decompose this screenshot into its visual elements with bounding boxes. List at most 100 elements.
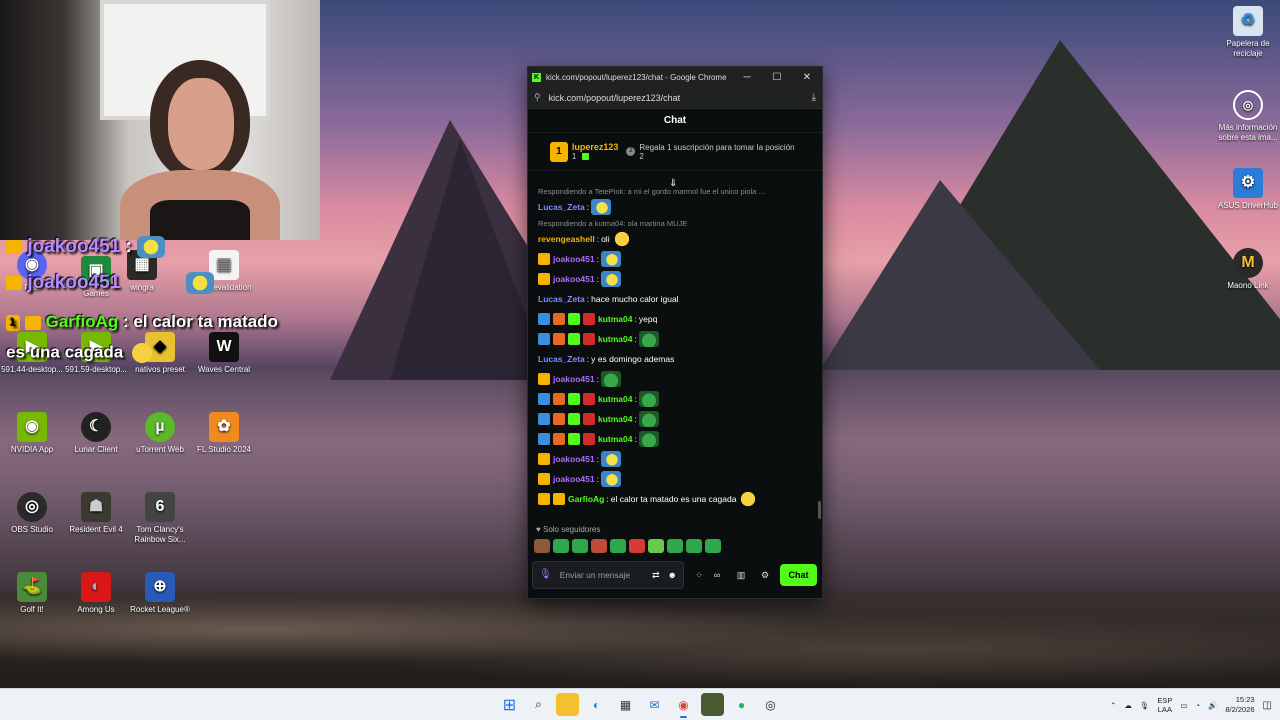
chat-username[interactable]: kutma04 <box>598 394 633 404</box>
microphone-icon[interactable]: 🎙 <box>539 570 552 580</box>
chat-input[interactable]: 🎙 Enviar un mensaje ⇄ ☻ <box>532 561 684 589</box>
minimize-button[interactable]: ─ <box>732 72 762 83</box>
reply-context[interactable]: Respondiendo a kutma04: ola martina MUJE <box>538 217 812 229</box>
spotify-icon[interactable]: ● <box>730 693 753 716</box>
chat-username[interactable]: joakoo451 <box>553 474 595 484</box>
chat-username[interactable]: joakoo451 <box>553 274 595 284</box>
emote-button[interactable] <box>610 539 626 553</box>
window-titlebar[interactable]: K kick.com/popout/luperez123/chat - Goog… <box>528 67 822 87</box>
search-icon[interactable]: ⌕ <box>527 693 550 716</box>
chat-message[interactable]: kutma04: yepq <box>538 309 812 329</box>
obs-icon[interactable]: ◎ <box>759 693 782 716</box>
address-bar[interactable]: ⚲ kick.com/popout/luperez123/chat ⤓ <box>528 87 822 109</box>
chat-message[interactable]: GarfioAg: el calor ta matado es una cagad… <box>538 489 812 509</box>
download-icon[interactable]: ⤓ <box>812 92 816 103</box>
emote-button[interactable] <box>572 539 588 553</box>
reply-context[interactable]: Respondiendo a TetePink: a mi el gordo m… <box>538 185 812 197</box>
chat-username[interactable]: Lucas_Zeta <box>538 354 585 364</box>
re4-icon: ☗ <box>81 492 111 522</box>
close-button[interactable]: ✕ <box>792 72 822 83</box>
chat-username[interactable]: revengeashell <box>538 234 595 244</box>
users-icon[interactable]: ⁘ <box>690 570 708 581</box>
chat-username[interactable]: joakoo451 <box>553 374 595 384</box>
chat-message[interactable]: Lucas_Zeta: hace mucho calor igual <box>538 289 812 309</box>
notifications-icon[interactable]: ◫ <box>1263 700 1272 711</box>
chat-message[interactable]: Lucas_Zeta: y es domingo ademas <box>538 349 812 369</box>
gear-icon[interactable]: ⚙ <box>756 570 774 581</box>
desktop-icon-re4[interactable]: ☗ Resident Evil 4 <box>64 492 128 535</box>
chat-username[interactable]: kutma04 <box>598 414 633 424</box>
emote-icon <box>127 342 156 364</box>
chat-message[interactable]: kutma04: <box>538 429 812 449</box>
chat-message[interactable]: joakoo451: <box>538 469 812 489</box>
desktop-icon-recycle-bin[interactable]: ♻ Papelera de reciclaje <box>1216 6 1280 59</box>
chat-separator: : <box>634 394 637 404</box>
outlook-icon[interactable]: ✉ <box>643 693 666 716</box>
desktop-icon-obs[interactable]: ◎ OBS Studio <box>0 492 64 535</box>
chevron-up-icon[interactable]: ⌃ <box>1110 701 1116 710</box>
chat-username[interactable]: GarfioAg <box>568 494 604 504</box>
chat-message[interactable]: joakoo451: <box>538 249 812 269</box>
site-settings-icon[interactable]: ⚲ <box>534 92 541 103</box>
desktop-icon-lunar[interactable]: ☾ Lunar Client <box>64 412 128 455</box>
send-chat-button[interactable]: Chat <box>780 564 817 586</box>
microphone-icon[interactable]: 🎙 <box>1140 701 1150 710</box>
chat-message[interactable]: Lucas_Zeta: <box>538 197 812 217</box>
emote-button[interactable] <box>705 539 721 553</box>
desktop-icon-r6[interactable]: 6 Tom Clancy's Rainbow Six... <box>128 492 192 545</box>
emote-button[interactable] <box>534 539 550 553</box>
clock[interactable]: 15:23 8/2/2026 <box>1225 695 1254 715</box>
store-icon[interactable]: ▥ <box>732 570 750 581</box>
volume-icon[interactable]: 🔊 <box>1208 701 1217 710</box>
chat-message[interactable]: kutma04: <box>538 389 812 409</box>
store-icon[interactable]: ▦ <box>614 693 637 716</box>
edge-icon[interactable]: ◐ <box>585 693 608 716</box>
emote-button[interactable] <box>629 539 645 553</box>
chat-scrollbar[interactable] <box>818 501 821 519</box>
network-icon[interactable]: ☁ <box>1124 701 1132 710</box>
emote-button[interactable] <box>591 539 607 553</box>
desktop-icon-utorrent[interactable]: µ uTorrent Web <box>128 412 192 455</box>
desktop-icon-waves[interactable]: W Waves Central <box>192 332 256 375</box>
maximize-button[interactable]: ☐ <box>762 72 792 83</box>
blue-badge-icon <box>538 333 550 345</box>
file-explorer-icon[interactable] <box>556 693 579 716</box>
emote-button[interactable] <box>553 539 569 553</box>
desktop-icon-golf[interactable]: ⛳ Golf It! <box>0 572 64 615</box>
desktop-icon-rocket[interactable]: ⊕ Rocket League® <box>128 572 192 615</box>
chat-username[interactable]: joakoo451 <box>553 254 595 264</box>
chat-username[interactable]: kutma04 <box>598 434 633 444</box>
chat-message[interactable]: kutma04: <box>538 409 812 429</box>
desktop-icon-asus[interactable]: ⚙ ASUS DriverHub <box>1216 168 1280 211</box>
url-text[interactable]: kick.com/popout/luperez123/chat <box>549 93 812 103</box>
desktop-icon-maono[interactable]: M Maono Link <box>1216 248 1280 291</box>
display-icon[interactable]: ▭ <box>1180 701 1187 710</box>
wifi-icon[interactable]: ◔ <box>1195 701 1200 710</box>
chat-message[interactable]: joakoo451: <box>538 269 812 289</box>
gift-prompt[interactable]: 2 Regala 1 suscripción para tomar la pos… <box>626 143 800 161</box>
chrome-icon[interactable]: ◉ <box>672 693 695 718</box>
chat-message[interactable]: kutma04: <box>538 329 812 349</box>
emote-button[interactable] <box>648 539 664 553</box>
desktop-icon-amongus[interactable]: ◐ Among Us <box>64 572 128 615</box>
chat-username[interactable]: joakoo451 <box>553 454 595 464</box>
language-indicator[interactable]: ESP LAA <box>1157 696 1172 714</box>
chat-username[interactable]: kutma04 <box>598 334 633 344</box>
start-icon[interactable]: ⊞ <box>498 693 521 716</box>
desktop-icon-more-info[interactable]: ◎ Más información sobre esta ima... <box>1216 90 1280 143</box>
chat-message[interactable]: revengeashell: oli <box>538 229 812 249</box>
chat-username[interactable]: Lucas_Zeta <box>538 202 585 212</box>
translate-icon[interactable]: ⇄ <box>652 570 660 580</box>
chat-username[interactable]: Lucas_Zeta <box>538 294 585 304</box>
emote-button[interactable] <box>667 539 683 553</box>
desktop-icon-flstudio[interactable]: ✿ FL Studio 2024 <box>192 412 256 455</box>
emoji-icon[interactable]: ☻ <box>668 570 677 580</box>
minecraft-icon[interactable] <box>701 693 724 716</box>
chat-username[interactable]: kutma04 <box>598 314 633 324</box>
infinity-icon[interactable]: ∞ <box>708 570 726 580</box>
emote-button[interactable] <box>686 539 702 553</box>
chat-message[interactable]: joakoo451: <box>538 369 812 389</box>
top-gifter-name[interactable]: luperez123 <box>572 142 619 152</box>
desktop-icon-nvidia-app[interactable]: ◉ NVIDIA App <box>0 412 64 455</box>
chat-message[interactable]: joakoo451: <box>538 449 812 469</box>
